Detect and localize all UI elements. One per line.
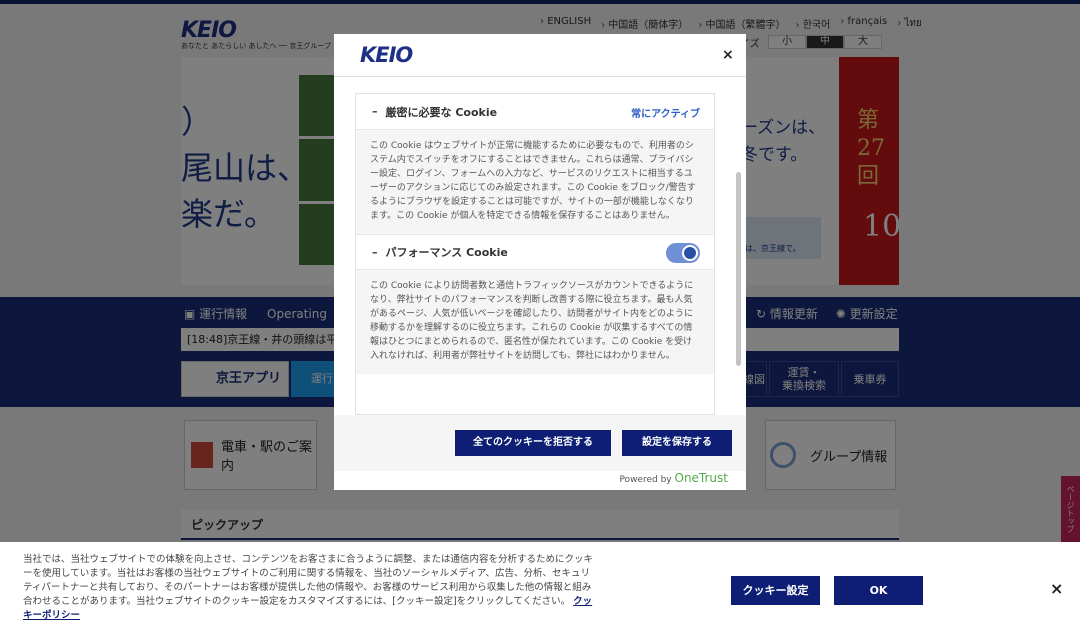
close-icon[interactable]: ×: [722, 47, 734, 63]
modal-divider: [334, 76, 746, 77]
cookie-preference-modal: KEIO × – 厳密に必要な Cookie 常にアクティブ この Cookie…: [334, 34, 746, 490]
close-icon[interactable]: ×: [1050, 579, 1063, 598]
category-strictly-necessary-header[interactable]: – 厳密に必要な Cookie 常にアクティブ: [356, 94, 714, 130]
category-performance-header[interactable]: – パフォーマンス Cookie: [356, 234, 714, 270]
collapse-icon: –: [372, 245, 378, 259]
always-active-label: 常にアクティブ: [631, 109, 700, 120]
save-settings-button[interactable]: 設定を保存する: [622, 430, 732, 456]
powered-by-onetrust[interactable]: Powered by OneTrust: [619, 471, 728, 485]
cookie-consent-banner: 当社では、当社ウェブサイトでの体験を向上させ、コンテンツをお客さまに合うように調…: [0, 542, 1080, 641]
cookie-category-list[interactable]: – 厳密に必要な Cookie 常にアクティブ この Cookie はウェブサイ…: [355, 93, 715, 415]
cookie-settings-button[interactable]: クッキー設定: [731, 576, 820, 605]
onetrust-logo: OneTrust: [674, 471, 729, 485]
accept-ok-button[interactable]: OK: [834, 576, 923, 605]
modal-scrollbar[interactable]: [736, 172, 741, 366]
category-strictly-necessary-description: この Cookie はウェブサイトが正常に機能するために必要なもので、利用者のシ…: [356, 130, 714, 234]
cookie-banner-text: 当社では、当社ウェブサイトでの体験を向上させ、コンテンツをお客さまに合うように調…: [23, 554, 594, 621]
reject-all-button[interactable]: 全てのクッキーを拒否する: [455, 430, 611, 456]
category-performance-description: この Cookie により訪問者数と通信トラフィックソースがカウントできるように…: [356, 270, 714, 374]
modal-logo: KEIO: [360, 43, 413, 67]
performance-cookie-toggle[interactable]: [666, 243, 700, 263]
collapse-icon: –: [372, 105, 378, 118]
